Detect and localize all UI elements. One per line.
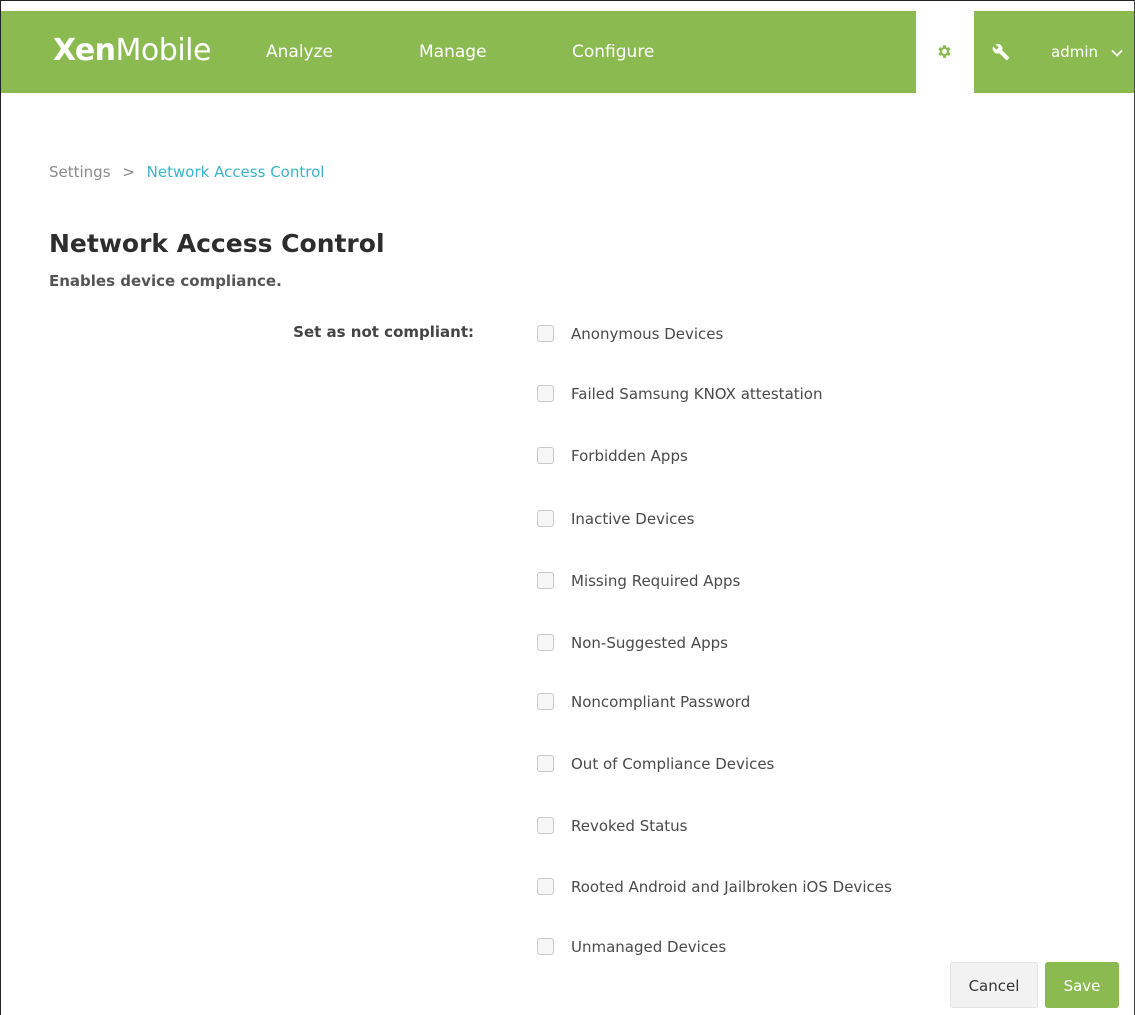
option-label: Forbidden Apps: [571, 447, 688, 465]
logo-text-bold: Xen: [53, 33, 116, 68]
set-as-not-compliant-label: Set as not compliant:: [293, 323, 474, 341]
option-label: Out of Compliance Devices: [571, 755, 775, 773]
option-forbidden-apps[interactable]: Forbidden Apps: [537, 444, 957, 468]
checkbox[interactable]: [537, 693, 554, 710]
option-label: Failed Samsung KNOX attestation: [571, 385, 823, 403]
breadcrumb-separator: >: [122, 163, 135, 181]
option-label: Unmanaged Devices: [571, 938, 727, 956]
option-non-suggested-apps[interactable]: Non-Suggested Apps: [537, 631, 957, 655]
option-rooted-android-and-jailbroken-ios-devices[interactable]: Rooted Android and Jailbroken iOS Device…: [537, 875, 957, 899]
checkbox[interactable]: [537, 938, 554, 955]
option-noncompliant-password[interactable]: Noncompliant Password: [537, 690, 957, 714]
checkbox[interactable]: [537, 817, 554, 834]
breadcrumb: Settings > Network Access Control: [49, 161, 324, 183]
option-anonymous-devices[interactable]: Anonymous Devices: [537, 322, 957, 346]
breadcrumb-settings-link[interactable]: Settings: [49, 163, 111, 181]
checkbox[interactable]: [537, 510, 554, 527]
option-label: Inactive Devices: [571, 510, 695, 528]
page-subtitle: Enables device compliance.: [49, 272, 282, 290]
tools-button[interactable]: [986, 37, 1016, 67]
gear-icon: [938, 45, 951, 58]
breadcrumb-current: Network Access Control: [146, 163, 325, 181]
settings-tab[interactable]: [916, 11, 974, 93]
checkbox[interactable]: [537, 385, 554, 402]
user-menu[interactable]: admin: [1051, 40, 1123, 64]
checkbox[interactable]: [537, 755, 554, 772]
option-label: Noncompliant Password: [571, 693, 751, 711]
option-revoked-status[interactable]: Revoked Status: [537, 814, 957, 838]
app-window: XenMobile Analyze Manage Configure admin…: [0, 0, 1135, 1015]
option-label: Non-Suggested Apps: [571, 634, 728, 652]
option-out-of-compliance-devices[interactable]: Out of Compliance Devices: [537, 752, 957, 776]
checkbox[interactable]: [537, 572, 554, 589]
page-title: Network Access Control: [49, 229, 385, 258]
checkbox[interactable]: [537, 325, 554, 342]
option-label: Missing Required Apps: [571, 572, 741, 590]
user-menu-label: admin: [1051, 43, 1098, 61]
logo-text-light: Mobile: [115, 33, 212, 68]
option-label: Anonymous Devices: [571, 325, 724, 343]
option-inactive-devices[interactable]: Inactive Devices: [537, 507, 957, 531]
xenmobile-logo[interactable]: XenMobile: [53, 33, 211, 69]
save-button[interactable]: Save: [1045, 962, 1119, 1008]
cancel-button[interactable]: Cancel: [950, 962, 1038, 1008]
checkbox[interactable]: [537, 878, 554, 895]
option-unmanaged-devices[interactable]: Unmanaged Devices: [537, 935, 957, 959]
checkbox[interactable]: [537, 447, 554, 464]
checkbox[interactable]: [537, 634, 554, 651]
wrench-icon: [992, 43, 1010, 61]
option-label: Revoked Status: [571, 817, 688, 835]
nav-configure[interactable]: Configure: [572, 40, 654, 64]
option-missing-required-apps[interactable]: Missing Required Apps: [537, 569, 957, 593]
option-failed-samsung-knox-attestation[interactable]: Failed Samsung KNOX attestation: [537, 382, 957, 406]
top-navigation-bar: XenMobile Analyze Manage Configure admin: [1, 11, 1134, 93]
option-label: Rooted Android and Jailbroken iOS Device…: [571, 878, 892, 896]
nav-manage[interactable]: Manage: [419, 40, 487, 64]
nav-analyze[interactable]: Analyze: [266, 40, 333, 64]
chevron-down-icon: [1111, 49, 1123, 57]
